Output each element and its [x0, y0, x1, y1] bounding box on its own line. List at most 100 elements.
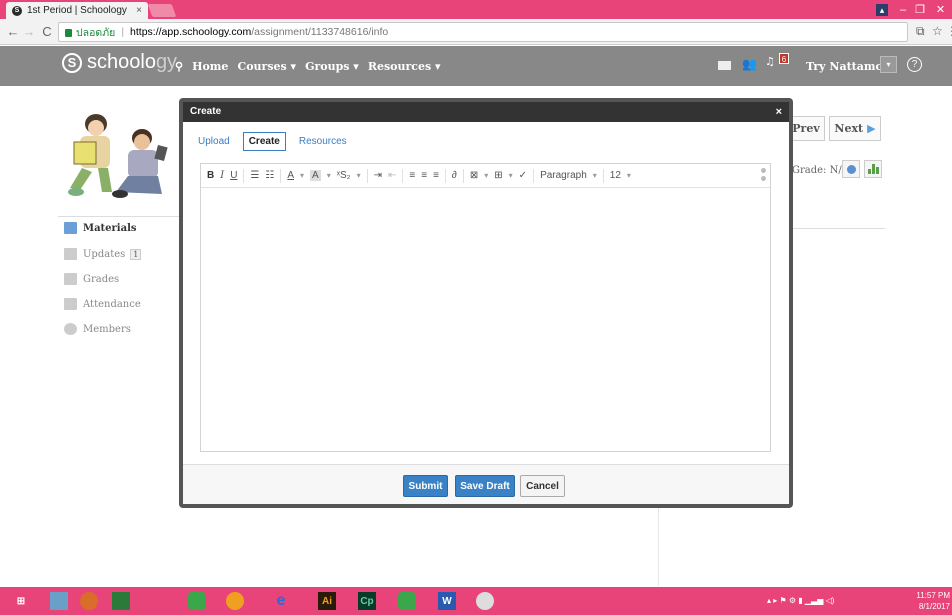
url-input[interactable]: ปลอดภัย | https://app.schoology.com /ass…	[58, 22, 908, 42]
sidebar-item-label: Members	[83, 323, 131, 335]
outdent-icon[interactable]: ⇤	[388, 170, 396, 181]
bold-button[interactable]: B	[207, 170, 214, 181]
editor-content-area[interactable]	[201, 189, 770, 451]
chevron-down-icon[interactable]: ▾	[627, 171, 631, 180]
underline-button[interactable]: U	[230, 170, 237, 181]
dialog-close-icon[interactable]: ×	[776, 102, 782, 122]
clock-time: 11:57 PM	[916, 591, 950, 600]
chevron-down-icon[interactable]: ▾	[484, 171, 488, 180]
sidebar-item-label: Grades	[83, 273, 120, 285]
forward-icon[interactable]: →	[22, 24, 36, 39]
clock[interactable]: 11:57 PM 8/1/2017	[904, 590, 950, 612]
cancel-button[interactable]: Cancel	[520, 475, 565, 497]
sidebar-item-updates[interactable]: Updates 1	[64, 248, 142, 260]
tab-resources[interactable]: Resources	[294, 133, 352, 150]
link-icon[interactable]: ∂	[452, 170, 457, 181]
paragraph-format-select[interactable]: Paragraph	[540, 170, 587, 181]
grade-stats-icon[interactable]	[864, 160, 882, 178]
user-menu-chevron-down-icon[interactable]: ▾	[880, 56, 897, 73]
chevron-down-icon[interactable]: ▾	[357, 171, 361, 180]
browser-tab[interactable]: S 1st Period | Schoology ×	[6, 2, 148, 19]
align-center-icon[interactable]: ≡	[421, 170, 427, 181]
chevron-down-icon[interactable]: ▾	[509, 171, 513, 180]
line-icon[interactable]	[188, 592, 206, 610]
insert-content-icon[interactable]: ⊠	[470, 170, 478, 181]
translate-icon[interactable]: ⧉	[916, 24, 925, 39]
captivate-icon[interactable]: Cp	[358, 592, 376, 610]
next-label: Next	[834, 122, 864, 135]
indent-icon[interactable]: ⇥	[374, 170, 382, 181]
line-icon[interactable]	[398, 592, 416, 610]
messages-icon[interactable]	[718, 61, 731, 70]
tab-create[interactable]: Create	[242, 132, 286, 151]
font-color-icon[interactable]: A	[287, 170, 294, 181]
store-icon[interactable]	[112, 592, 130, 610]
internet-explorer-icon[interactable]: e	[272, 592, 290, 610]
tab-upload[interactable]: Upload	[193, 133, 235, 150]
sidebar-item-members[interactable]: Members	[64, 323, 131, 335]
chevron-down-icon[interactable]: ▾	[300, 171, 304, 180]
table-icon[interactable]: ⊞	[494, 170, 502, 181]
window-close-icon[interactable]: ✕	[929, 0, 952, 19]
system-tray[interactable]: ▴ ▸ ⚑ ⚙ ▮ ▁▃▅ ◁)	[767, 596, 834, 605]
back-icon[interactable]: ←	[6, 24, 20, 39]
tab-close-icon[interactable]: ×	[136, 5, 142, 16]
start-windows-icon[interactable]: ⊞	[12, 592, 30, 610]
tab-title: 1st Period | Schoology	[27, 5, 127, 16]
user-name[interactable]: Try Nattamon	[806, 60, 891, 73]
toolbar-expand-icon[interactable]	[761, 168, 767, 184]
help-icon[interactable]: ?	[907, 57, 922, 72]
nav-courses[interactable]: Courses ▾	[237, 60, 296, 73]
dialog-footer: Submit Save Draft Cancel	[183, 464, 789, 504]
sidebar-divider	[58, 216, 186, 217]
logo-text-suffix: gy	[155, 51, 178, 73]
profile-icon[interactable]: ▴	[875, 0, 889, 19]
grade-info-icon[interactable]	[842, 160, 860, 178]
numbered-list-icon[interactable]: ☷	[265, 170, 274, 181]
submit-button[interactable]: Submit	[403, 475, 448, 497]
dialog-body: Create × Upload Create Resources B I U ☰…	[183, 102, 789, 504]
font-size-select[interactable]: 12	[610, 170, 621, 181]
url-path: /assignment/1133748616/info	[251, 26, 389, 38]
align-left-icon[interactable]: ≡	[409, 170, 415, 181]
sidebar-item-grades[interactable]: Grades	[64, 273, 119, 285]
nav-resources[interactable]: Resources ▾	[368, 60, 441, 73]
bookmark-star-icon[interactable]: ☆	[932, 24, 943, 38]
app-icon[interactable]	[80, 592, 98, 610]
bullet-list-icon[interactable]: ☰	[250, 170, 259, 181]
chevron-down-icon[interactable]: ▾	[327, 171, 331, 180]
lock-icon	[65, 29, 72, 37]
new-tab-button[interactable]	[147, 4, 177, 17]
file-explorer-icon[interactable]	[50, 592, 68, 610]
spellcheck-icon[interactable]: ✓	[519, 170, 527, 181]
align-right-icon[interactable]: ≡	[433, 170, 439, 181]
italic-button[interactable]: I	[220, 170, 224, 181]
maximize-icon[interactable]: ❐	[912, 0, 928, 19]
chevron-down-icon[interactable]: ▾	[593, 171, 597, 180]
highlight-color-icon[interactable]: A	[310, 170, 321, 181]
sidebar-item-attendance[interactable]: Attendance	[64, 298, 141, 310]
word-icon[interactable]: W	[438, 592, 456, 610]
rich-text-editor: B I U ☰ ☷ A ▾ A ▾ ˣS₂ ▾ ⇥ ⇤ ≡ ≡ ≡ ∂ ⊠ ▾ …	[200, 163, 771, 452]
schoology-logo[interactable]: S schoolo gy	[62, 51, 177, 74]
main-nav: ⚲ Home Courses ▾ Groups ▾ Resources ▾	[175, 60, 450, 73]
schoology-header: S schoolo gy ⚲ Home Courses ▾ Groups ▾ Re…	[0, 46, 952, 86]
chrome-icon[interactable]	[476, 592, 494, 610]
minimize-icon[interactable]: –	[895, 0, 911, 19]
editor-toolbar: B I U ☰ ☷ A ▾ A ▾ ˣS₂ ▾ ⇥ ⇤ ≡ ≡ ≡ ∂ ⊠ ▾ …	[201, 164, 770, 188]
chrome-menu-icon[interactable]: ⋮	[946, 24, 952, 38]
dialog-title-text: Create	[190, 106, 222, 117]
search-icon[interactable]: ⚲	[175, 60, 183, 73]
save-draft-button[interactable]: Save Draft	[455, 475, 515, 497]
secure-label: ปลอดภัย	[76, 26, 116, 39]
sidebar-item-materials[interactable]: Materials	[64, 222, 137, 234]
notifications-icon[interactable]: ♫	[765, 55, 775, 68]
app-icon[interactable]	[226, 592, 244, 610]
reload-icon[interactable]: C	[40, 24, 54, 39]
next-button[interactable]: Next ▶	[829, 116, 881, 141]
superscript-icon[interactable]: ˣS₂	[337, 170, 351, 181]
illustrator-icon[interactable]: Ai	[318, 592, 336, 610]
nav-home[interactable]: Home	[192, 60, 228, 73]
nav-groups[interactable]: Groups ▾	[305, 60, 359, 73]
requests-icon[interactable]: 👥	[742, 57, 757, 71]
